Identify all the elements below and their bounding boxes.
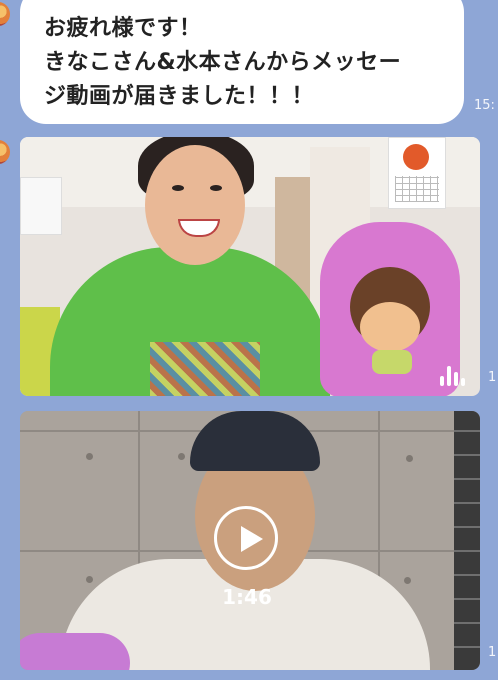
wall-hole: [406, 455, 413, 462]
wall-hole: [178, 453, 185, 460]
glass-block-tiles: [454, 411, 480, 670]
air-conditioner: [20, 177, 62, 235]
video-1-timestamp: 1: [488, 370, 497, 385]
wall-hole: [86, 576, 93, 583]
calendar-grid: [395, 176, 439, 202]
woman-face: [145, 145, 245, 265]
monchhichi-plush: [320, 222, 460, 396]
message-text: お疲れ様です！ きなこさん&水本さんからメッセー ジ動画が届きました！！！: [44, 12, 454, 114]
wall-hole: [404, 577, 411, 584]
shirt-print: [150, 342, 260, 396]
video-message-1[interactable]: [20, 137, 480, 396]
plush-bow: [372, 350, 412, 374]
message-line-3: ジ動画が届きました！！！: [44, 84, 315, 109]
woman-eye-left: [172, 185, 184, 191]
message-line-1: お疲れ様です！: [44, 16, 202, 41]
calendar: [388, 137, 446, 209]
bubble-tail: [25, 0, 57, 7]
plush-muzzle: [360, 302, 420, 352]
sender-avatar[interactable]: [0, 2, 10, 26]
video-2-timestamp: 1: [488, 645, 497, 660]
sender-avatar-2[interactable]: [0, 140, 10, 164]
wall-hole: [86, 453, 93, 460]
audio-bars-icon: [440, 364, 468, 386]
apple-picture: [403, 144, 429, 170]
play-icon[interactable]: [214, 506, 278, 570]
message-timestamp: 15:: [474, 98, 495, 113]
woman-eye-right: [210, 185, 222, 191]
video-message-2[interactable]: 1:46: [20, 411, 480, 670]
message-line-2: きなこさん&水本さんからメッセー: [44, 50, 402, 75]
video-duration: 1:46: [222, 585, 272, 609]
purple-sleeve: [20, 633, 130, 670]
